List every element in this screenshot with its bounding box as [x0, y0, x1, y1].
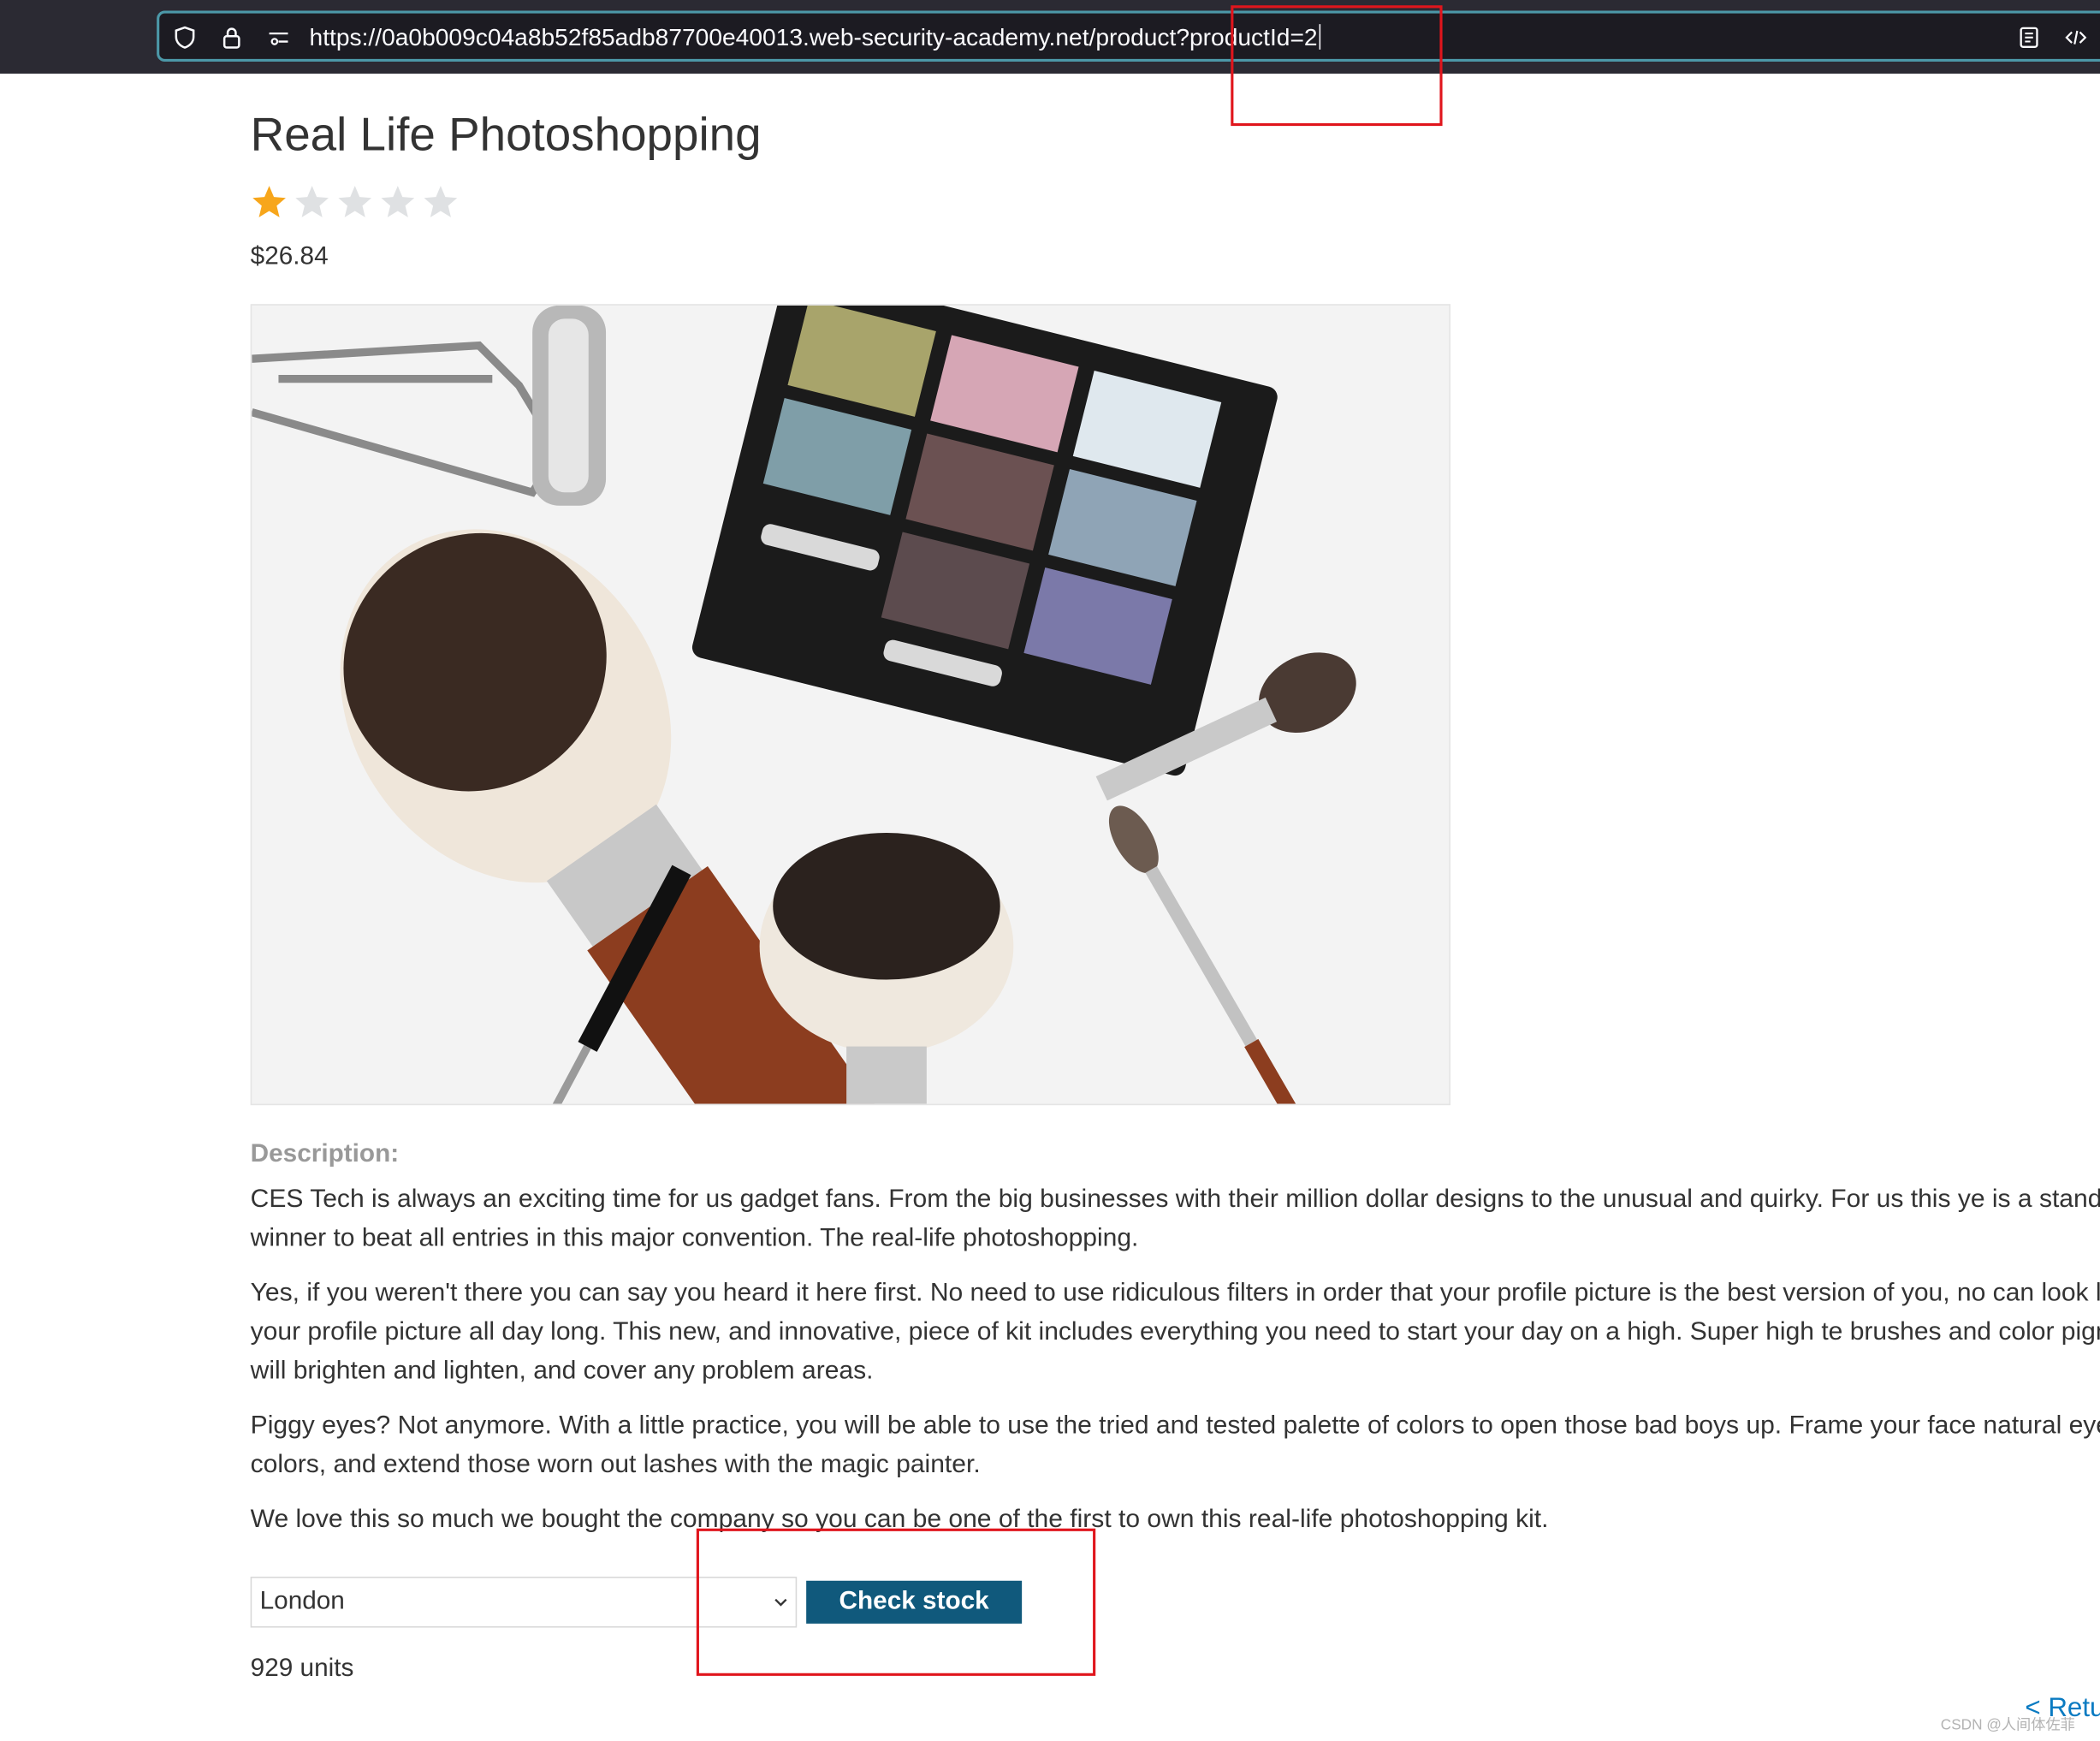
shield-icon[interactable] — [173, 26, 197, 50]
page: https://0a0b009c04a8b52f85adb87700e40013… — [0, 0, 2100, 1741]
star-rating — [251, 183, 460, 221]
description-paragraph: We love this so much we bought the compa… — [250, 1506, 1549, 1534]
star-empty-icon — [381, 186, 415, 217]
reader-view-icon[interactable] — [2017, 26, 2041, 50]
star-empty-icon — [338, 186, 372, 217]
watermark: CSDN @人间体佐菲 — [1940, 1717, 2075, 1734]
product-price: $26.84 — [250, 242, 329, 271]
text-caret — [1319, 24, 1320, 50]
store-select-value: London — [259, 1587, 345, 1616]
description-paragraph: CES Tech is always an exciting time for … — [250, 1185, 2100, 1253]
check-stock-button[interactable]: Check stock — [806, 1580, 1023, 1624]
stock-result: 929 units — [250, 1654, 354, 1683]
site-permissions-icon[interactable] — [266, 26, 290, 50]
chevron-down-icon — [771, 1578, 790, 1626]
browser-toolbar: https://0a0b009c04a8b52f85adb87700e40013… — [0, 0, 2100, 74]
product-image — [250, 304, 1450, 1106]
star-filled-icon — [252, 186, 286, 217]
description-paragraph: Yes, if you weren't there you can say yo… — [250, 1279, 2100, 1386]
store-select[interactable]: London — [250, 1577, 798, 1628]
product-title: Real Life Photoshopping — [250, 108, 762, 161]
address-bar[interactable]: https://0a0b009c04a8b52f85adb87700e40013… — [157, 10, 2100, 62]
description-label: Description: — [250, 1139, 400, 1168]
lock-icon[interactable] — [220, 26, 244, 50]
url-text[interactable]: https://0a0b009c04a8b52f85adb87700e40013… — [310, 24, 1320, 52]
stock-check-form: London Check stock — [250, 1577, 1023, 1628]
star-empty-icon — [424, 186, 458, 217]
star-empty-icon — [295, 186, 329, 217]
product-description: CES Tech is always an exciting time for … — [251, 1180, 2100, 1555]
description-paragraph: Piggy eyes? Not anymore. With a little p… — [250, 1411, 2100, 1479]
code-icon[interactable] — [2064, 26, 2088, 50]
